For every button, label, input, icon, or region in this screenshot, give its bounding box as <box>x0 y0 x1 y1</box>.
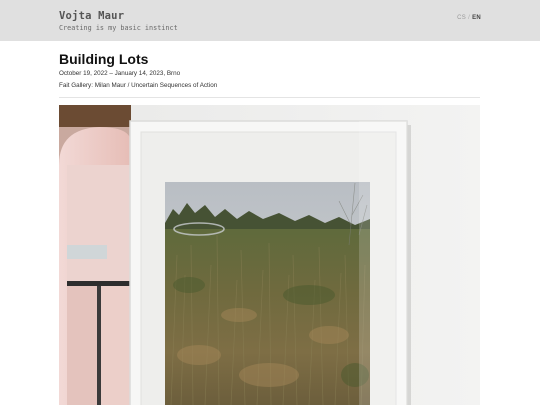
language-link-en[interactable]: EN <box>472 15 481 21</box>
exhibition-dates: October 19, 2022 – January 14, 2023, Brn… <box>59 70 181 77</box>
language-link-cs[interactable]: CS <box>457 15 466 21</box>
site-tagline: Creating is my basic instinct <box>59 24 178 32</box>
site-title-link[interactable]: Vojta Maur <box>59 10 124 22</box>
exhibition-venue: Fait Gallery: Milan Maur / Uncertain Seq… <box>59 82 218 89</box>
page-title: Building Lots <box>59 51 149 67</box>
exhibition-photo[interactable] <box>59 105 480 405</box>
exhibition-photo-image <box>59 105 480 405</box>
site-header: Vojta Maur Creating is my basic instinct… <box>0 0 540 41</box>
language-switcher: CS / EN <box>457 15 481 21</box>
landscape-photo <box>165 182 370 405</box>
divider <box>59 97 480 98</box>
